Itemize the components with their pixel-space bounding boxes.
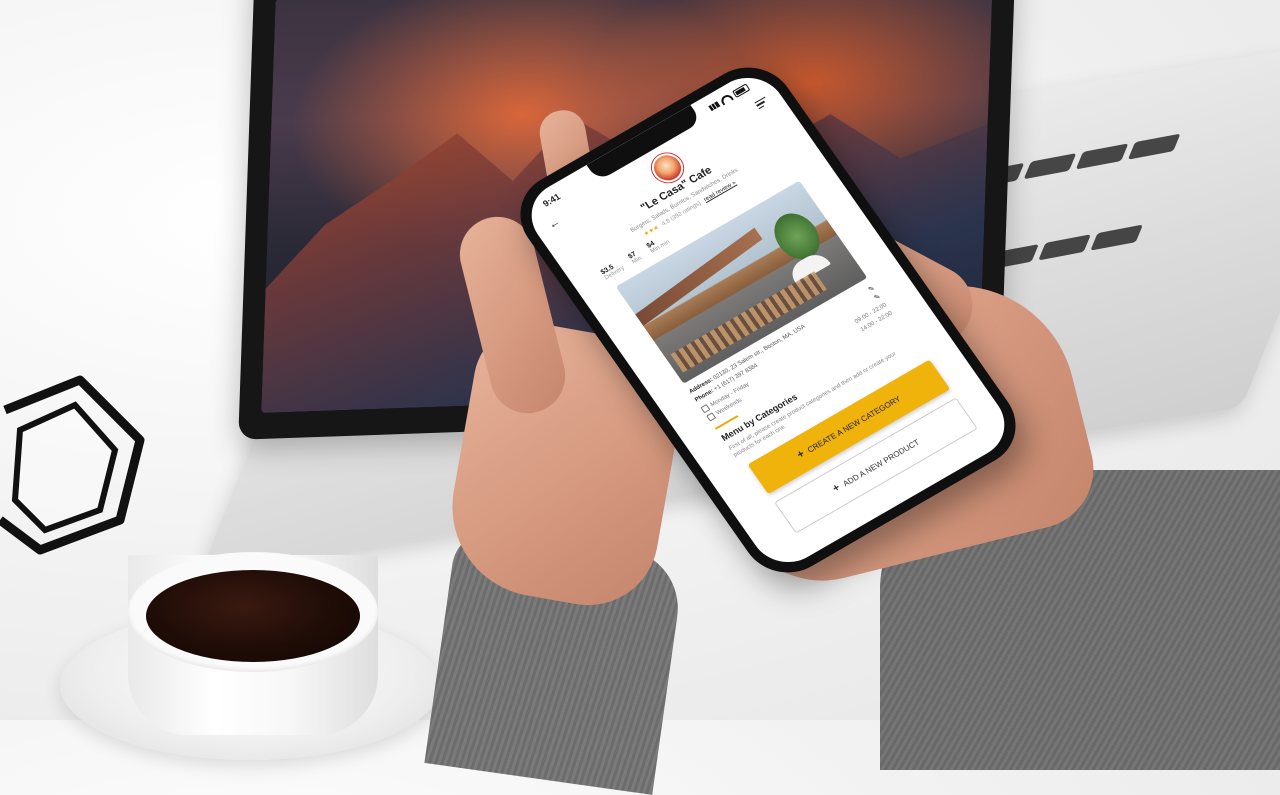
stat-min-min: $4 Min.min — [645, 239, 672, 255]
status-time: 9:41 — [540, 191, 563, 209]
battery-icon — [731, 83, 751, 98]
pencil-icon[interactable]: ✎ — [873, 292, 882, 302]
back-arrow-icon[interactable]: ← — [545, 214, 563, 232]
eyeglasses — [0, 375, 145, 555]
calendar-icon — [706, 412, 717, 422]
plus-icon: + — [830, 481, 843, 495]
plus-icon: + — [794, 448, 808, 462]
signal-icon — [708, 101, 721, 112]
stat-delivery: $3.5 Delivery — [599, 263, 626, 282]
pencil-icon[interactable]: ✎ — [867, 284, 876, 294]
stat-min: $7 Min. — [627, 250, 645, 266]
menu-icon[interactable] — [754, 96, 769, 110]
calendar-icon — [700, 404, 711, 414]
wifi-icon — [718, 92, 734, 106]
cafe-photo — [615, 180, 868, 384]
coffee — [146, 570, 360, 662]
